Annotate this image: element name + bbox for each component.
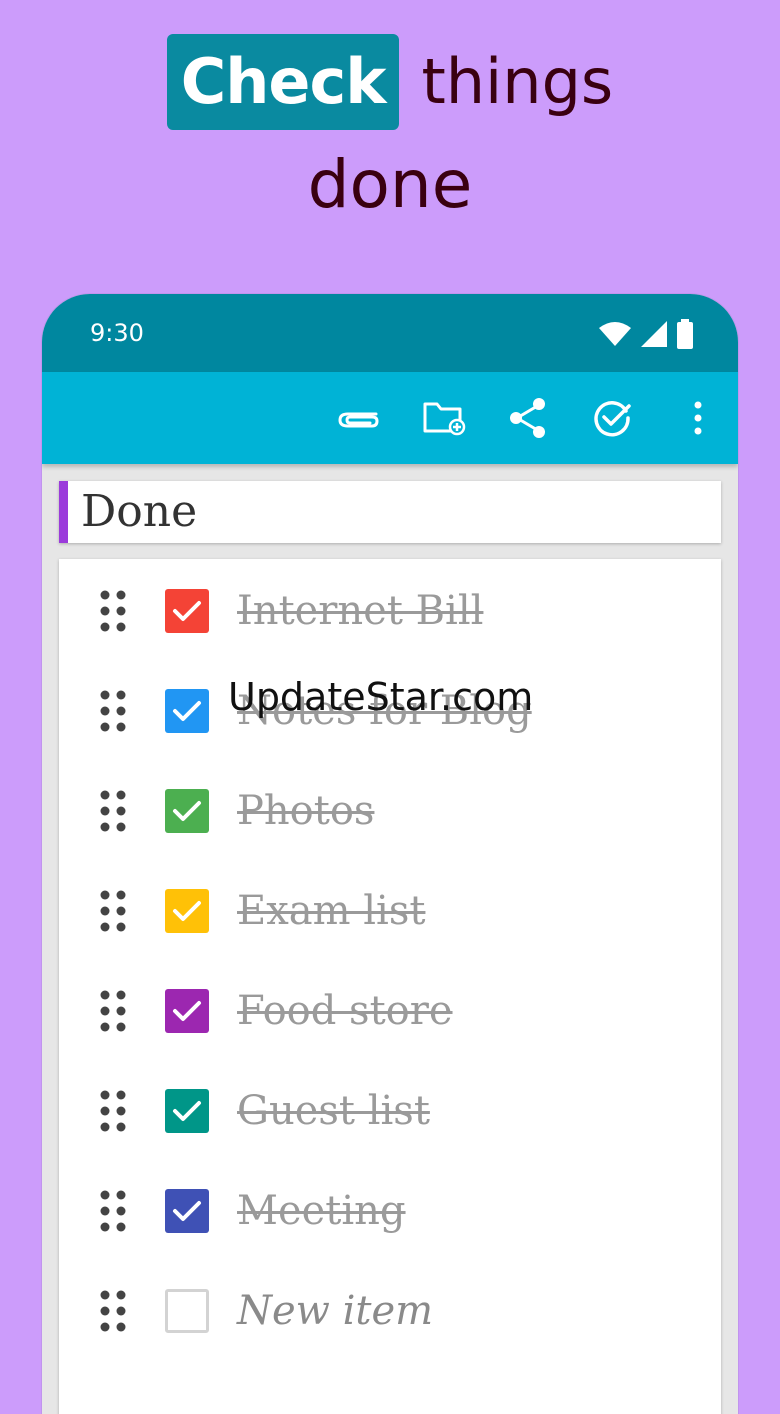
item-text[interactable]: Internet Bill [237, 583, 483, 639]
list-item[interactable]: Photos [59, 759, 721, 859]
item-text[interactable]: Photos [237, 783, 374, 839]
headline: Check things done [0, 0, 780, 260]
check-icon [173, 801, 201, 821]
drag-handle-icon[interactable] [99, 1189, 127, 1233]
list-item[interactable]: Food store [59, 959, 721, 1059]
list-item[interactable]: Meeting [59, 1159, 721, 1259]
add-folder-button[interactable] [422, 396, 466, 440]
share-button[interactable] [506, 396, 550, 440]
new-item-input[interactable]: New item [237, 1283, 433, 1339]
drag-handle-icon[interactable] [99, 589, 127, 633]
item-text[interactable]: Meeting [237, 1183, 406, 1239]
headline-line-2: done [307, 146, 473, 223]
headline-word: things [421, 45, 614, 118]
drag-handle-icon[interactable] [99, 989, 127, 1033]
headline-line-1: Check things [0, 34, 780, 130]
drag-handle-icon[interactable] [99, 889, 127, 933]
toolbar [42, 372, 738, 464]
drag-handle-icon[interactable] [99, 789, 127, 833]
list-item[interactable]: Internet Bill [59, 559, 721, 659]
check-icon [173, 1001, 201, 1021]
more-options-button[interactable] [676, 396, 720, 440]
item-checkbox[interactable] [165, 1089, 209, 1133]
watermark: UpdateStar.com [228, 675, 534, 719]
item-text[interactable]: Exam list [237, 883, 425, 939]
drag-handle-icon[interactable] [99, 1289, 127, 1333]
drag-handle-icon[interactable] [99, 1089, 127, 1133]
item-checkbox[interactable] [165, 889, 209, 933]
paperclip-icon [338, 412, 379, 428]
drag-handle-icon[interactable] [99, 689, 127, 733]
new-item-checkbox[interactable] [165, 1289, 209, 1333]
list-item[interactable]: Guest list [59, 1059, 721, 1159]
item-text[interactable]: Food store [237, 983, 453, 1039]
more-vert-icon [694, 401, 702, 435]
check-circle-icon [594, 401, 631, 437]
check-icon [173, 1201, 201, 1221]
item-checkbox[interactable] [165, 789, 209, 833]
check-icon [173, 901, 201, 921]
battery-icon [677, 319, 693, 349]
check-all-button[interactable] [590, 396, 634, 440]
item-checkbox[interactable] [165, 1189, 209, 1233]
item-checkbox[interactable] [165, 589, 209, 633]
item-checkbox[interactable] [165, 689, 209, 733]
headline-highlight: Check [166, 34, 400, 130]
check-icon [173, 701, 201, 721]
status-icons [598, 318, 694, 350]
item-text[interactable]: Guest list [237, 1083, 430, 1139]
note-title[interactable]: Done [81, 485, 197, 539]
check-icon [173, 1101, 201, 1121]
status-bar: 9:30 [42, 294, 738, 372]
note-title-card[interactable]: Done [59, 481, 721, 543]
status-time: 9:30 [90, 319, 144, 347]
folder-add-icon [423, 402, 466, 436]
wifi-icon [599, 322, 631, 346]
item-checkbox[interactable] [165, 989, 209, 1033]
list-item[interactable]: Exam list [59, 859, 721, 959]
note-color-accent [59, 481, 68, 543]
new-item-row[interactable]: New item [59, 1259, 721, 1359]
share-icon [510, 398, 545, 438]
attach-button[interactable] [336, 396, 380, 440]
signal-icon [641, 321, 667, 347]
check-icon [173, 601, 201, 621]
phone-frame: 9:30 Done Internet Bill Notes for Blog P… [42, 294, 738, 1414]
